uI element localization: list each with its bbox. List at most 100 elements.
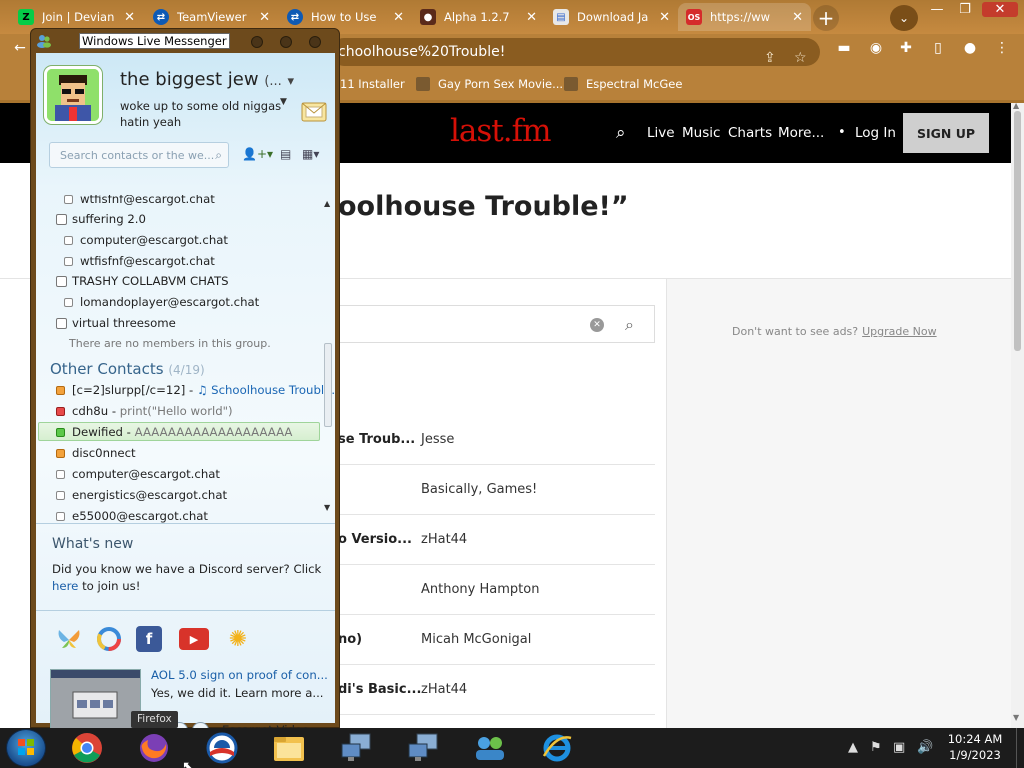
track-name[interactable]: no): [338, 632, 362, 647]
nav-music[interactable]: Music: [682, 125, 720, 141]
contact-item[interactable]: cdh8u - print("Hello world"): [56, 401, 233, 421]
add-contact-icon[interactable]: 👤+▾: [242, 147, 273, 161]
kebab-menu-icon[interactable]: ⋮: [990, 40, 1014, 62]
chrome-taskbar-button[interactable]: [58, 730, 116, 766]
artist-name[interactable]: Anthony Hampton: [421, 582, 539, 597]
contact-item[interactable]: e55000@escargot.chat: [56, 506, 208, 523]
contact-item[interactable]: [c=2]slurpp[/c=12] - ♫ Schoolhouse Troub…: [56, 380, 335, 400]
clear-search-icon[interactable]: ✕: [590, 318, 604, 332]
new-tab-button[interactable]: +: [813, 5, 839, 31]
tab-close-icon[interactable]: ✕: [393, 10, 404, 25]
ie-taskbar-button[interactable]: [528, 730, 586, 766]
tab-alpha[interactable]: ● Alpha 1.2.7 ✕: [412, 3, 545, 31]
contact-item[interactable]: wtfisfnf@escargot.chat: [64, 251, 215, 271]
extensions-puzzle-icon[interactable]: ✚: [894, 40, 918, 62]
options-menu-icon[interactable]: ▦▾: [302, 147, 319, 161]
track-name[interactable]: se Troub...: [338, 432, 415, 447]
network-taskbar-button[interactable]: [461, 730, 519, 766]
nav-more[interactable]: More...: [778, 125, 824, 141]
minimize-button[interactable]: [251, 36, 263, 48]
extension-avatar-icon[interactable]: ◉: [864, 40, 888, 62]
result-row[interactable]: Anthony Hampton: [338, 565, 655, 615]
contact-item[interactable]: lomandoplayer@escargot.chat: [64, 292, 259, 312]
artist-name[interactable]: zHat44: [421, 682, 467, 697]
scroll-up-icon[interactable]: ▲: [1013, 101, 1019, 110]
group-header[interactable]: TRASHY COLLABVM CHATS: [56, 271, 229, 291]
contact-item[interactable]: computer@escargot.chat: [56, 464, 220, 484]
search-icon[interactable]: ⌕: [616, 123, 626, 143]
action-center-flag-icon[interactable]: ⚑: [870, 740, 882, 755]
share-icon[interactable]: ⇪: [764, 44, 776, 72]
tab-close-icon[interactable]: ✕: [124, 10, 135, 25]
group-header[interactable]: virtual threesome: [56, 313, 176, 333]
layout-icon[interactable]: ▤: [280, 147, 291, 161]
messenger-taskbar-button[interactable]: [193, 730, 251, 766]
explorer-taskbar-button[interactable]: [260, 730, 318, 766]
artist-name[interactable]: zHat44: [421, 532, 467, 547]
back-icon[interactable]: ←: [8, 40, 32, 62]
extension-flag-icon[interactable]: ▬: [832, 40, 856, 62]
tab-search-button[interactable]: ⌄: [890, 5, 918, 31]
search-input[interactable]: ✕ ⌕: [338, 305, 655, 343]
upgrade-link[interactable]: Upgrade Now: [862, 325, 936, 338]
tab-download[interactable]: ▤ Download Ja ✕: [545, 3, 678, 31]
chevron-down-icon[interactable]: ▾: [288, 74, 295, 89]
group-header[interactable]: suffering 2.0: [56, 209, 146, 229]
display-name[interactable]: the biggest jew (... ▾: [120, 69, 294, 90]
scroll-thumb[interactable]: [1014, 111, 1021, 351]
close-button[interactable]: [309, 36, 321, 48]
tab-deviantart[interactable]: Z Join | Devian ✕: [10, 3, 143, 31]
contact-list-scrollbar[interactable]: ▲ ▼: [322, 195, 334, 523]
bookmark-star-icon[interactable]: ☆: [794, 44, 807, 72]
profile-icon[interactable]: ●: [958, 40, 982, 62]
volume-icon[interactable]: 🔊: [917, 740, 933, 755]
track-name[interactable]: di's Basic...: [338, 682, 421, 697]
scroll-up-icon[interactable]: ▲: [324, 199, 330, 208]
contact-item[interactable]: energistics@escargot.chat: [56, 485, 227, 505]
scroll-down-icon[interactable]: ▼: [1013, 713, 1019, 722]
page-scrollbar[interactable]: ▲ ▼: [1011, 101, 1024, 728]
tab-close-icon[interactable]: ✕: [259, 10, 270, 25]
tab-teamviewer[interactable]: ⇄ TeamViewer ✕: [145, 3, 278, 31]
track-name[interactable]: o Versio...: [338, 532, 412, 547]
artist-name[interactable]: Jesse: [421, 432, 454, 447]
remote-desktop-taskbar-button-2[interactable]: [394, 730, 452, 766]
show-hidden-icons[interactable]: ▲: [848, 740, 858, 755]
artist-name[interactable]: Micah McGonigal: [421, 632, 531, 647]
close-window-button[interactable]: ✕: [982, 2, 1018, 17]
firefox-taskbar-button[interactable]: [125, 730, 183, 766]
tab-close-icon[interactable]: ✕: [792, 10, 803, 25]
minimize-button[interactable]: —: [926, 2, 948, 17]
address-bar[interactable]: choolhouse%20Trouble! ⇪ ☆: [330, 38, 820, 66]
scroll-down-icon[interactable]: ▼: [324, 503, 330, 512]
result-row[interactable]: di's Basic... zHat44: [338, 665, 655, 715]
tab-close-icon[interactable]: ✕: [526, 10, 537, 25]
nav-live[interactable]: Live: [647, 125, 675, 141]
search-icon[interactable]: ⌕: [625, 315, 634, 335]
tab-how-to-use[interactable]: ⇄ How to Use ✕: [279, 3, 412, 31]
contact-item[interactable]: disc0nnect: [56, 443, 136, 463]
avatar[interactable]: [44, 66, 102, 124]
side-panel-icon[interactable]: ▯: [926, 40, 950, 62]
video-title-link[interactable]: AOL 5.0 sign on proof of con...: [151, 668, 328, 682]
discord-link[interactable]: here: [52, 579, 78, 593]
tab-active[interactable]: OS https://ww ✕: [678, 3, 811, 31]
result-row[interactable]: se Troub... Jesse: [338, 415, 655, 465]
maximize-button[interactable]: [280, 36, 292, 48]
facebook-icon[interactable]: f: [136, 626, 162, 652]
lastfm-logo[interactable]: last.fm: [450, 113, 551, 149]
result-row[interactable]: o Versio... zHat44: [338, 515, 655, 565]
scroll-thumb[interactable]: [324, 343, 332, 427]
sun-icon[interactable]: ✺: [225, 626, 251, 652]
network-status-icon[interactable]: ▣: [893, 740, 905, 755]
start-button[interactable]: [6, 729, 46, 767]
bookmark-movie[interactable]: Gay Porn Sex Movie...: [416, 77, 563, 91]
other-contacts-header[interactable]: Other Contacts (4/19): [50, 360, 205, 378]
chevron-down-icon[interactable]: ▼: [280, 97, 287, 107]
maximize-button[interactable]: ❐: [954, 2, 976, 17]
remote-desktop-taskbar-button[interactable]: [327, 730, 385, 766]
tab-close-icon[interactable]: ✕: [659, 10, 670, 25]
contact-item[interactable]: computer@escargot.chat: [64, 230, 228, 250]
nav-charts[interactable]: Charts: [728, 125, 772, 141]
bookmark-installer[interactable]: 11 Installer: [340, 77, 405, 91]
